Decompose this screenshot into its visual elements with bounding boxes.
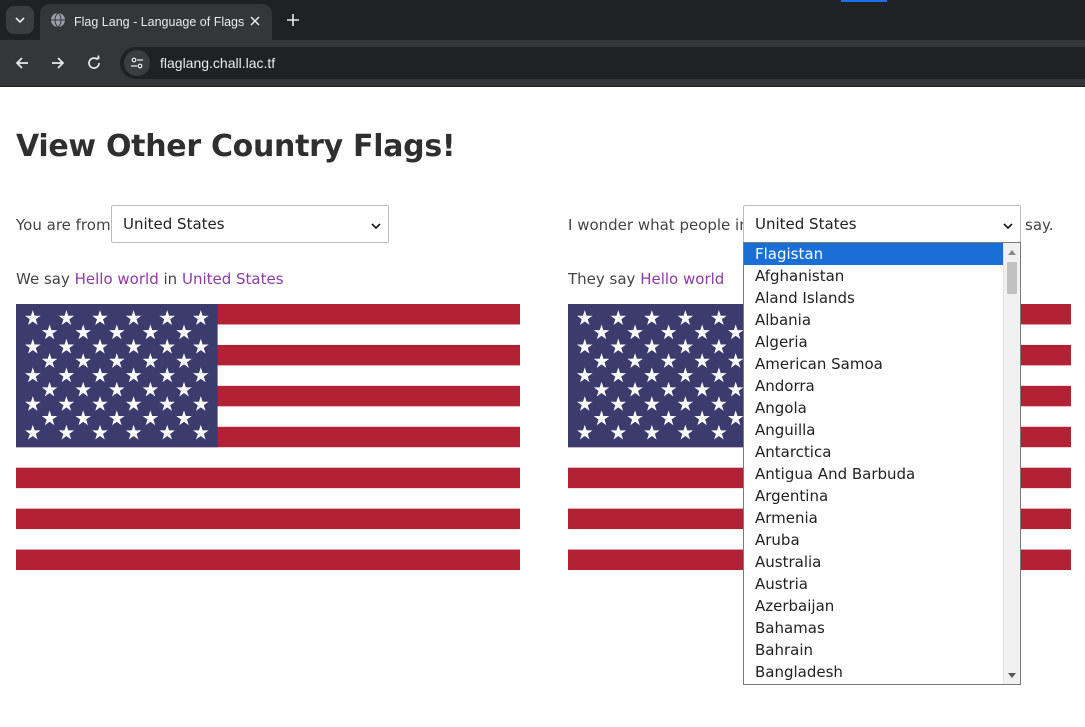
tab-title: Flag Lang - Language of Flags xyxy=(74,15,245,29)
flag-stripe xyxy=(16,549,520,570)
dropdown-option[interactable]: Angola xyxy=(744,397,1004,419)
back-arrow-icon[interactable] xyxy=(9,50,35,76)
address-bar[interactable]: flaglang.chall.lac.tf xyxy=(120,47,1085,79)
from-label: You are from xyxy=(16,216,111,234)
browser-tab-bar: Flag Lang - Language of Flags xyxy=(0,0,1085,40)
site-info-icon[interactable] xyxy=(124,50,150,76)
in-text: in xyxy=(163,270,178,288)
dropdown-option[interactable]: Bahamas xyxy=(744,617,1004,639)
url-text: flaglang.chall.lac.tf xyxy=(160,55,276,71)
say-suffix: say. xyxy=(1025,216,1054,234)
page-title: View Other Country Flags! xyxy=(16,129,456,164)
dropdown-option[interactable]: Antigua And Barbuda xyxy=(744,463,1004,485)
scroll-up-icon[interactable] xyxy=(1004,243,1020,260)
dropdown-option[interactable]: Antarctica xyxy=(744,441,1004,463)
dropdown-option[interactable]: Aland Islands xyxy=(744,287,1004,309)
dropdown-option[interactable]: Algeria xyxy=(744,331,1004,353)
dropdown-options: Flagistan Afghanistan Aland Islands Albania… xyxy=(744,243,1004,683)
country-link[interactable]: United States xyxy=(182,270,284,288)
flag-stripe xyxy=(16,508,520,530)
scroll-down-icon[interactable] xyxy=(1004,667,1020,684)
reload-icon[interactable] xyxy=(81,50,107,76)
scrollbar-thumb[interactable] xyxy=(1007,262,1017,294)
we-say-prefix: We say xyxy=(16,270,70,288)
dropdown-option[interactable]: Australia xyxy=(744,551,1004,573)
target-country-value: United States xyxy=(755,215,857,233)
country-dropdown-list[interactable]: Flagistan Afghanistan Aland Islands Albania… xyxy=(743,242,1021,685)
forward-arrow-icon[interactable] xyxy=(45,50,71,76)
browser-tab[interactable]: Flag Lang - Language of Flags xyxy=(40,4,272,40)
browser-toolbar: flaglang.chall.lac.tf xyxy=(0,40,1085,87)
from-country-select[interactable]: United States xyxy=(111,205,389,243)
dropdown-option[interactable]: Anguilla xyxy=(744,419,1004,441)
accent-bar xyxy=(841,0,887,2)
dropdown-option[interactable]: Bahrain xyxy=(744,639,1004,661)
us-flag-left xyxy=(16,304,520,570)
dropdown-option[interactable]: Argentina xyxy=(744,485,1004,507)
from-country-value: United States xyxy=(123,215,225,233)
they-say-sentence: They say Hello world xyxy=(568,270,724,288)
dropdown-option[interactable]: Afghanistan xyxy=(744,265,1004,287)
we-say-sentence: We say Hello world in United States xyxy=(16,270,284,288)
greeting-link[interactable]: Hello world xyxy=(75,270,159,288)
dropdown-scrollbar[interactable] xyxy=(1003,243,1020,684)
dropdown-option[interactable]: Austria xyxy=(744,573,1004,595)
dropdown-option[interactable]: Azerbaijan xyxy=(744,595,1004,617)
they-say-prefix: They say xyxy=(568,270,636,288)
tab-search-icon[interactable] xyxy=(6,6,34,34)
dropdown-option[interactable]: Armenia xyxy=(744,507,1004,529)
chevron-down-icon xyxy=(1002,218,1014,236)
dropdown-option[interactable]: Flagistan xyxy=(744,243,1004,265)
flag-stripe xyxy=(16,467,520,489)
wonder-label: I wonder what people in xyxy=(568,216,749,234)
greeting-link[interactable]: Hello world xyxy=(640,270,724,288)
dropdown-option[interactable]: American Samoa xyxy=(744,353,1004,375)
dropdown-option[interactable]: Aruba xyxy=(744,529,1004,551)
close-icon[interactable] xyxy=(246,12,264,30)
target-country-select[interactable]: United States xyxy=(743,205,1021,243)
globe-icon xyxy=(50,12,66,32)
dropdown-option[interactable]: Albania xyxy=(744,309,1004,331)
dropdown-option[interactable]: Bangladesh xyxy=(744,661,1004,683)
dropdown-option[interactable]: Andorra xyxy=(744,375,1004,397)
plus-icon[interactable] xyxy=(280,6,306,34)
chevron-down-icon xyxy=(370,218,382,236)
